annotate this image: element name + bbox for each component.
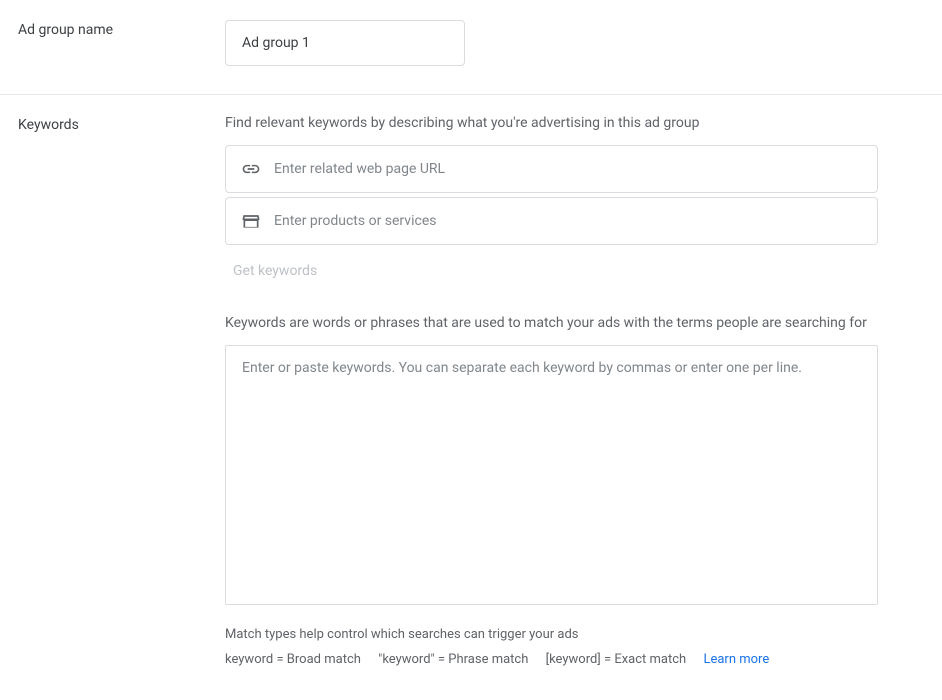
match-types-helper: Match types help control which searches …: [225, 623, 878, 672]
learn-more-link[interactable]: Learn more: [703, 652, 769, 667]
keywords-body: Find relevant keywords by describing wha…: [225, 115, 878, 672]
keywords-description: Keywords are words or phrases that are u…: [225, 315, 878, 331]
keywords-textarea[interactable]: [225, 345, 878, 605]
get-keywords-button[interactable]: Get keywords: [225, 249, 325, 289]
broad-match-text: keyword = Broad match: [225, 652, 361, 667]
phrase-match-text: "keyword" = Phrase match: [378, 652, 528, 667]
ad-group-name-label: Ad group name: [18, 20, 225, 66]
storefront-icon: [240, 210, 262, 232]
keywords-section: Keywords Find relevant keywords by descr…: [0, 95, 942, 700]
ad-group-name-input[interactable]: [225, 20, 465, 66]
exact-match-text: [keyword] = Exact match: [546, 652, 687, 667]
link-icon: [240, 158, 262, 180]
ad-group-name-section: Ad group name: [0, 0, 942, 94]
match-types-line1: Match types help control which searches …: [225, 623, 878, 648]
url-input-wrapper[interactable]: [225, 145, 878, 193]
ad-group-name-body: [225, 20, 878, 66]
keywords-hint: Find relevant keywords by describing wha…: [225, 115, 878, 131]
products-services-input[interactable]: [274, 213, 863, 229]
match-types-line2: keyword = Broad match "keyword" = Phrase…: [225, 648, 878, 673]
products-input-wrapper[interactable]: [225, 197, 878, 245]
related-url-input[interactable]: [274, 161, 863, 177]
keywords-label: Keywords: [18, 115, 225, 672]
